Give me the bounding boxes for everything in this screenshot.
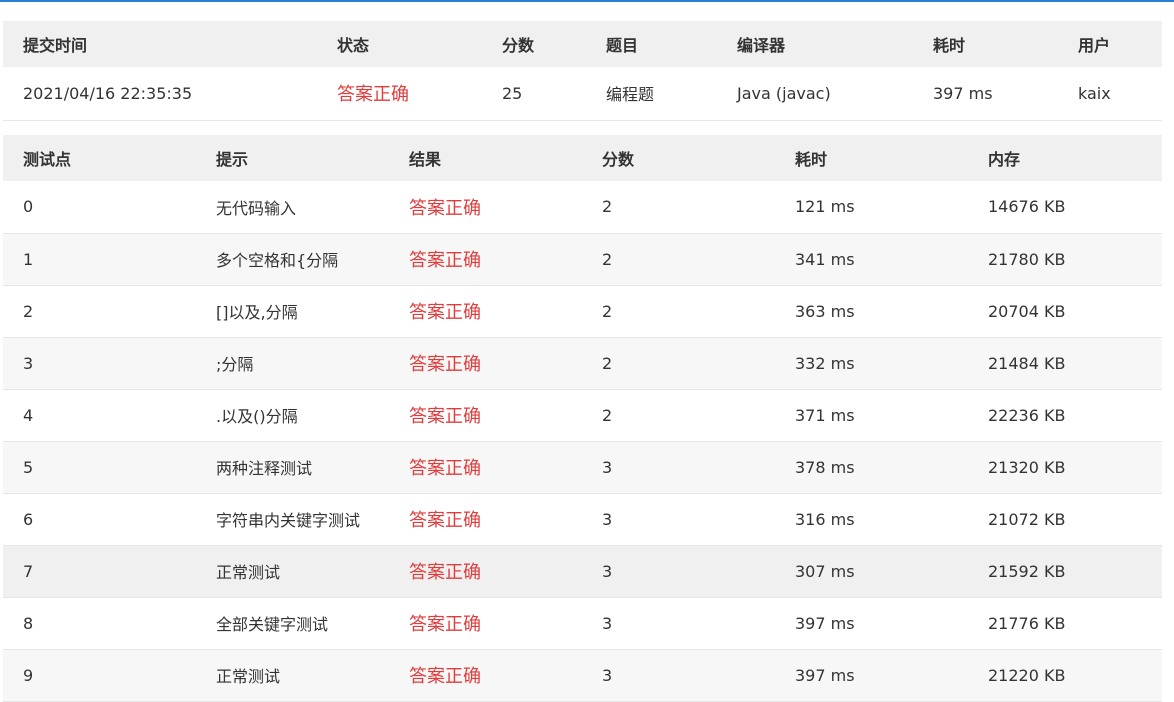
table-row: 1 多个空格和{分隔 答案正确 2 341 ms 21780 KB: [3, 233, 1162, 285]
case-result: 答案正确: [409, 458, 481, 479]
table-row: 8 全部关键字测试 答案正确 3 397 ms 21776 KB: [3, 597, 1162, 649]
submission-summary-table: 提交时间 状态 分数 题目 编译器 耗时 用户 2021/04/16 22:35…: [3, 21, 1162, 121]
table-row: 2 []以及,分隔 答案正确 2 363 ms 20704 KB: [3, 285, 1162, 337]
case-hint: 正常测试: [216, 667, 281, 686]
case-memory: 20704 KB: [988, 301, 1066, 321]
case-time: 307 ms: [795, 561, 855, 581]
case-hint: 多个空格和{分隔: [216, 251, 339, 270]
header-user: 用户: [1058, 21, 1162, 67]
case-id: 5: [23, 457, 34, 477]
header-problem: 题目: [586, 21, 717, 67]
submit-time: 2021/04/16 22:35:35: [23, 83, 193, 103]
case-hint: 正常测试: [216, 563, 281, 582]
case-memory: 21776 KB: [988, 613, 1066, 633]
header-status: 状态: [317, 21, 482, 67]
case-score: 3: [602, 509, 613, 529]
case-id: 0: [23, 197, 34, 217]
case-time: 378 ms: [795, 457, 855, 477]
summary-header-row: 提交时间 状态 分数 题目 编译器 耗时 用户: [3, 21, 1162, 67]
case-hint: 两种注释测试: [216, 459, 313, 478]
problem-link[interactable]: 编程题: [586, 67, 717, 120]
table-row: 6 字符串内关键字测试 答案正确 3 316 ms 21072 KB: [3, 493, 1162, 545]
case-hint: .以及()分隔: [216, 407, 298, 426]
header-case-time: 耗时: [775, 135, 968, 181]
status-badge: 答案正确: [337, 84, 409, 106]
summary-row: 2021/04/16 22:35:35 答案正确 25 编程题 Java (ja…: [3, 67, 1162, 120]
case-time: 397 ms: [795, 665, 855, 685]
case-score: 3: [602, 561, 613, 581]
case-id: 2: [23, 301, 34, 321]
case-time: 397 ms: [795, 613, 855, 633]
case-id: 4: [23, 405, 34, 425]
header-case-score: 分数: [582, 135, 775, 181]
header-submit-time: 提交时间: [3, 21, 317, 67]
case-score: 2: [602, 301, 613, 321]
total-score: 25: [502, 83, 523, 103]
test-case-table: 测试点 提示 结果 分数 耗时 内存 0 无代码输入 答案正确 2 121 ms 1467…: [3, 135, 1162, 702]
case-hint: ;分隔: [216, 355, 254, 374]
case-score: 2: [602, 353, 613, 373]
case-memory: 21320 KB: [988, 457, 1066, 477]
case-memory: 21220 KB: [988, 665, 1066, 685]
case-id: 9: [23, 665, 34, 685]
case-score: 2: [602, 197, 613, 217]
case-time: 371 ms: [795, 405, 855, 425]
top-accent-line: [0, 0, 1174, 2]
case-result: 答案正确: [409, 354, 481, 375]
case-result: 答案正确: [409, 197, 481, 219]
table-row: 4 .以及()分隔 答案正确 2 371 ms 22236 KB: [3, 389, 1162, 441]
case-score: 3: [602, 457, 613, 477]
case-result: 答案正确: [409, 510, 481, 531]
case-id: 3: [23, 353, 34, 373]
case-score: 2: [602, 405, 613, 425]
case-score: 3: [602, 665, 613, 685]
case-hint: 无代码输入: [216, 198, 297, 218]
table-row: 9 正常测试 答案正确 3 397 ms 21220 KB: [3, 649, 1162, 701]
case-result: 答案正确: [409, 302, 481, 323]
case-score: 3: [602, 613, 613, 633]
case-memory: 21072 KB: [988, 509, 1066, 529]
case-id: 1: [23, 249, 34, 269]
header-test-point: 测试点: [3, 135, 196, 181]
case-time: 363 ms: [795, 301, 855, 321]
header-hint: 提示: [196, 135, 389, 181]
elapsed-time: 397 ms: [933, 83, 993, 103]
case-header-row: 测试点 提示 结果 分数 耗时 内存: [3, 135, 1162, 181]
header-elapsed: 耗时: [913, 21, 1058, 67]
case-result: 答案正确: [409, 250, 481, 271]
case-id: 6: [23, 509, 34, 529]
case-hint: 字符串内关键字测试: [216, 511, 361, 530]
case-time: 316 ms: [795, 509, 855, 529]
compiler-value: Java (javac): [737, 83, 831, 103]
header-memory: 内存: [968, 135, 1162, 181]
case-result: 答案正确: [409, 614, 481, 635]
case-result: 答案正确: [409, 562, 481, 583]
case-id: 7: [23, 561, 34, 581]
case-memory: 21780 KB: [988, 249, 1066, 269]
case-memory: 21484 KB: [988, 353, 1066, 373]
case-id: 8: [23, 613, 34, 633]
table-row: 7 正常测试 答案正确 3 307 ms 21592 KB: [3, 545, 1162, 597]
header-score: 分数: [482, 21, 586, 67]
user-link[interactable]: kaix: [1058, 67, 1162, 120]
case-result: 答案正确: [409, 406, 481, 427]
case-hint: 全部关键字测试: [216, 615, 329, 634]
case-time: 341 ms: [795, 249, 855, 269]
case-score: 2: [602, 249, 613, 269]
case-time: 121 ms: [795, 197, 855, 217]
case-memory: 21592 KB: [988, 561, 1066, 581]
case-time: 332 ms: [795, 353, 855, 373]
case-hint: []以及,分隔: [216, 303, 298, 322]
header-compiler: 编译器: [717, 21, 913, 67]
header-result: 结果: [389, 135, 582, 181]
table-row: 0 无代码输入 答案正确 2 121 ms 14676 KB: [3, 181, 1162, 233]
table-row: 5 两种注释测试 答案正确 3 378 ms 21320 KB: [3, 441, 1162, 493]
case-memory: 14676 KB: [988, 197, 1066, 217]
table-row: 3 ;分隔 答案正确 2 332 ms 21484 KB: [3, 337, 1162, 389]
case-memory: 22236 KB: [988, 405, 1066, 425]
case-result: 答案正确: [409, 666, 481, 687]
